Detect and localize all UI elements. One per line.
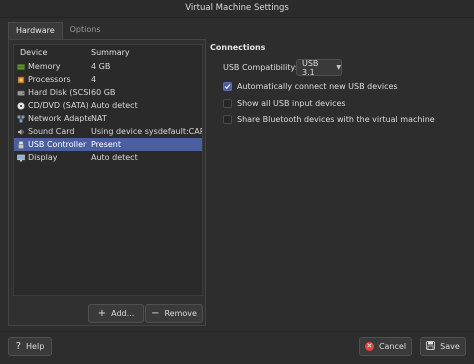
device-summary: 60 GB [91,88,116,97]
device-name: Hard Disk (SCSI) [28,88,91,97]
device-row-sound-card[interactable]: Sound Card Using device sysdefault:CARD= [14,125,202,138]
device-list: Device Summary Memory 4 GB Processors 4 [13,44,203,296]
chevron-down-icon: ▼ [336,64,341,71]
hard-disk-icon [17,89,25,97]
tab-options[interactable]: Options [63,22,108,38]
auto-connect-label: Automatically connect new USB devices [237,81,398,91]
processor-icon [17,76,25,84]
device-summary: NAT [91,114,107,123]
display-icon [17,154,25,162]
help-button[interactable]: ? Help [8,337,52,356]
device-name: Memory [28,62,61,71]
plus-icon: + [97,307,107,319]
add-device-button[interactable]: + Add... [88,304,144,323]
cancel-icon: ✕ [364,342,374,351]
device-name: USB Controller [28,140,87,149]
auto-connect-checkbox[interactable] [223,81,232,91]
device-summary: 4 GB [91,62,111,71]
cancel-button[interactable]: ✕ Cancel [359,337,412,356]
tab-bar: Hardware Options [8,22,108,39]
device-summary: Auto detect [91,153,138,162]
usb-compatibility-select[interactable]: USB 3.1 ▼ [296,58,342,77]
device-list-header: Device Summary [14,45,202,60]
device-row-processors[interactable]: Processors 4 [14,73,202,86]
device-name: CD/DVD (SATA) [28,101,89,110]
column-header-device[interactable]: Device [14,48,91,57]
usb-compatibility-label: USB Compatibility: [223,63,298,72]
hardware-panel: Device Summary Memory 4 GB Processors 4 [8,39,206,326]
save-button[interactable]: Save [420,337,466,356]
device-summary: 4 [91,75,97,84]
memory-icon [17,63,25,71]
share-bluetooth-checkbox[interactable] [223,114,232,124]
device-summary: Using device sysdefault:CARD= [91,127,202,136]
device-row-display[interactable]: Display Auto detect [14,151,202,164]
cd-dvd-icon [17,101,25,110]
device-name: Sound Card [28,127,75,136]
share-bluetooth-option[interactable]: Share Bluetooth devices with the virtual… [223,113,435,125]
auto-connect-option[interactable]: Automatically connect new USB devices [223,80,398,92]
device-row-cd-dvd[interactable]: CD/DVD (SATA) Auto detect [14,99,202,112]
usb-compatibility-value: USB 3.1 [302,58,319,77]
footer-divider [0,331,474,332]
device-name: Processors [28,75,71,84]
show-all-usb-checkbox[interactable] [223,98,232,108]
usb-icon [17,140,25,149]
show-all-usb-option[interactable]: Show all USB input devices [223,97,346,109]
device-name: Network Adapter [28,114,91,123]
sound-card-icon [17,128,25,136]
device-row-network-adapter[interactable]: Network Adapter NAT [14,112,202,125]
share-bluetooth-label: Share Bluetooth devices with the virtual… [237,114,435,124]
device-row-usb-controller[interactable]: USB Controller Present [14,138,202,151]
connections-title: Connections [210,43,266,52]
device-summary: Auto detect [91,101,138,110]
column-header-summary[interactable]: Summary [91,48,202,57]
remove-device-button[interactable]: − Remove [145,304,203,323]
minus-icon: − [151,307,160,319]
device-row-hard-disk[interactable]: Hard Disk (SCSI) 60 GB [14,86,202,99]
tab-hardware[interactable]: Hardware [8,22,63,39]
show-all-usb-label: Show all USB input devices [237,98,346,108]
network-icon [17,115,25,123]
device-summary: Present [91,140,122,149]
device-name: Display [28,153,58,162]
help-icon: ? [15,340,22,352]
save-icon [426,341,436,352]
window-title: Virtual Machine Settings [0,0,474,18]
device-row-memory[interactable]: Memory 4 GB [14,60,202,73]
check-icon [224,83,231,89]
